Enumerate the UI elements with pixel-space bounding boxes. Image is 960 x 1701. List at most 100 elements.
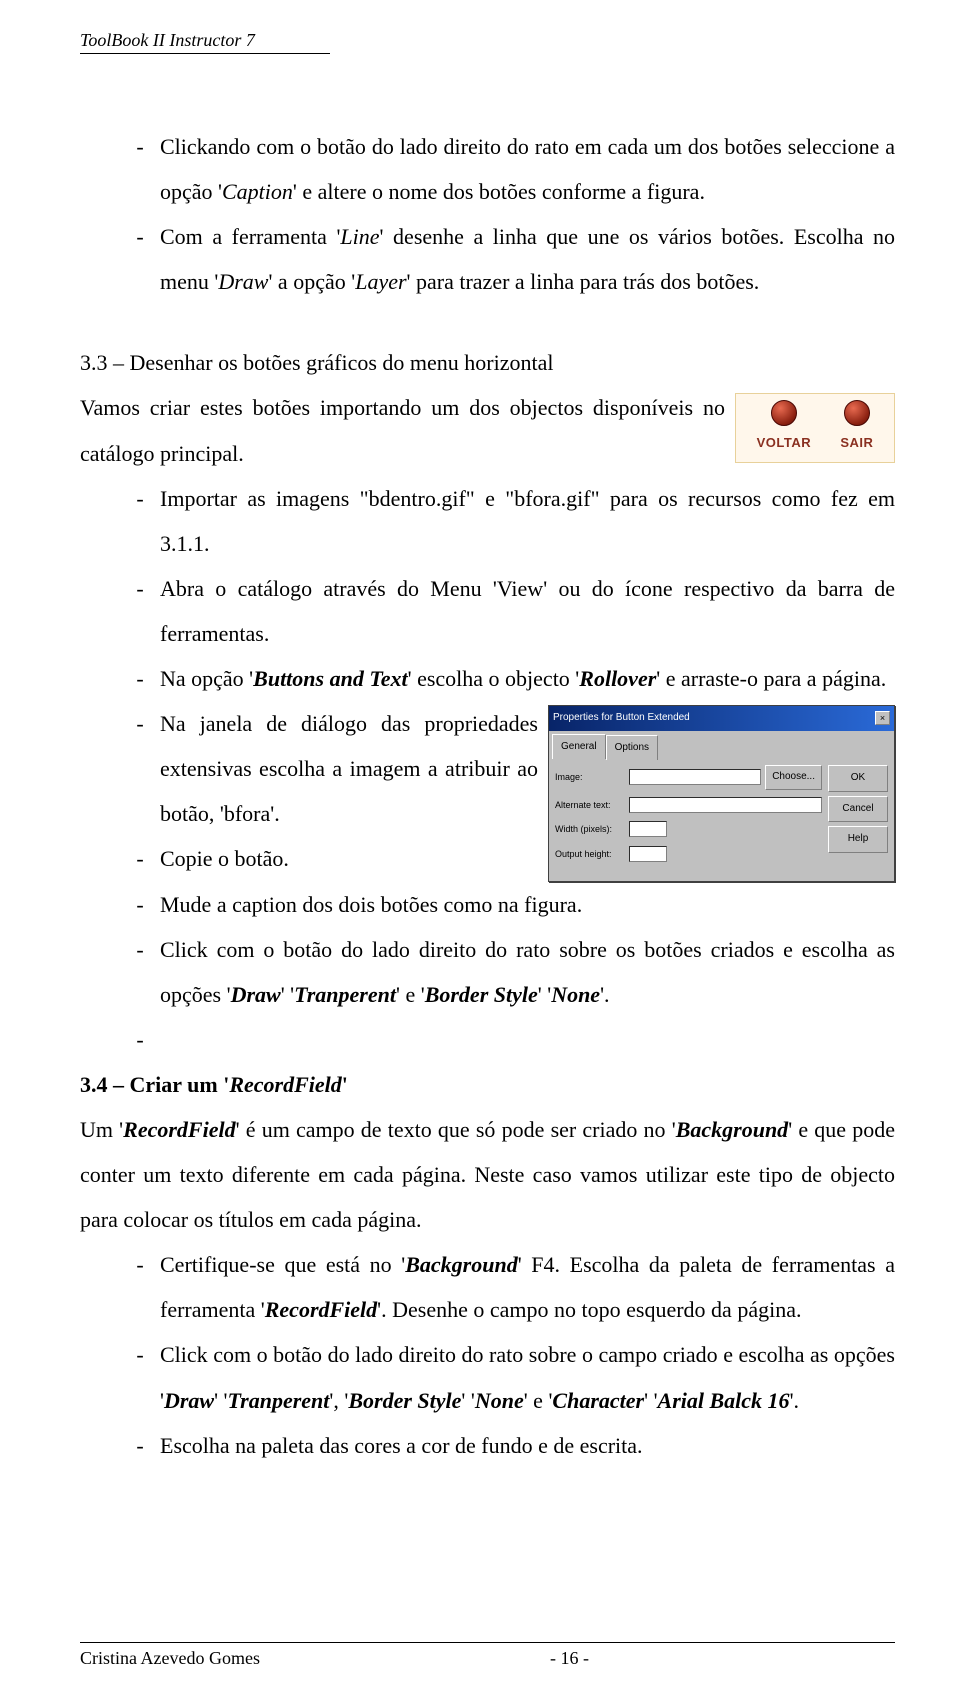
dialog-tabs: General Options (549, 731, 894, 760)
text-bold-italic: Border Style (348, 1388, 461, 1413)
text-italic: Line (340, 224, 379, 249)
text-bold: 3.4 – Criar um ' (80, 1072, 229, 1097)
paragraph: Vamos criar estes botões importando um d… (80, 385, 725, 475)
field-width: Width (pixels): (555, 820, 822, 838)
running-header: ToolBook II Instructor 7 (80, 30, 330, 54)
page: ToolBook II Instructor 7 - Clickando com… (0, 0, 960, 1701)
text-bold-italic: RecordField (265, 1297, 377, 1322)
text-bold-italic: Rollover (579, 666, 656, 691)
input (629, 846, 667, 862)
text-italic: Caption (222, 179, 293, 204)
text-bold-italic: Character (552, 1388, 644, 1413)
ok-button: OK (828, 765, 888, 792)
paragraph-empty (160, 1017, 895, 1062)
dash: - (120, 927, 160, 1017)
dash: - (120, 214, 160, 304)
label: SAIR (840, 430, 873, 457)
text: ' ' (538, 982, 551, 1007)
text-bold-italic: Border Style (425, 982, 538, 1007)
choose-button: Choose... (765, 765, 822, 790)
paragraph: Certifique-se que está no 'Background' F… (160, 1242, 895, 1332)
text-bold-italic: Draw (164, 1388, 214, 1413)
label: Width (pixels): (555, 820, 625, 838)
footer: Cristina Azevedo Gomes - 16 - (80, 1648, 895, 1669)
input (629, 769, 761, 785)
text: Com a ferramenta ' (160, 224, 340, 249)
text-bold-italic: RecordField (229, 1072, 341, 1097)
input (629, 797, 822, 813)
text: ' e altere o nome dos botões conforme a … (293, 179, 705, 204)
list-item: - (120, 1017, 895, 1062)
dialog-titlebar: Properties for Button Extended × (549, 706, 894, 731)
dialog-body: Image: Choose... Alternate text: Width (… (549, 759, 894, 875)
paragraph: Click com o botão do lado direito do rat… (160, 927, 895, 1017)
text-bold-italic: Tranperent (228, 1388, 330, 1413)
dash: - (120, 656, 160, 701)
paragraph: Importar as imagens "bdentro.gif" e "bfo… (160, 476, 895, 566)
list-item: - Na opção 'Buttons and Text' escolha o … (120, 656, 895, 701)
label: VOLTAR (757, 430, 812, 457)
text: Um ' (80, 1117, 123, 1142)
paragraph: Clickando com o botão do lado direito do… (160, 124, 895, 214)
dash: - (120, 1332, 160, 1422)
image-voltar-sair-buttons: VOLTAR SAIR (735, 393, 895, 463)
text: Na opção ' (160, 666, 253, 691)
dialog-fields: Image: Choose... Alternate text: Width (… (555, 765, 822, 869)
text-bold: ' (342, 1072, 348, 1097)
circle-icon (844, 400, 870, 426)
paragraph: Abra o catálogo através do Menu 'View' o… (160, 566, 895, 656)
list-item: - Clickando com o botão do lado direito … (120, 124, 895, 214)
text: ', ' (329, 1388, 348, 1413)
text-bold-italic: Draw (231, 982, 281, 1007)
text: ' e arraste-o para a página. (656, 666, 886, 691)
dash: - (120, 836, 160, 881)
dash: - (120, 566, 160, 656)
paragraph: Na janela de diálogo das propriedades ex… (160, 701, 538, 836)
footer-author: Cristina Azevedo Gomes (80, 1648, 260, 1669)
text: ' ' (281, 982, 294, 1007)
dash: - (120, 1017, 160, 1062)
list-item: - Com a ferramenta 'Line' desenhe a linh… (120, 214, 895, 304)
voltar-button-icon: VOLTAR (757, 400, 812, 457)
paragraph: Escolha na paleta das cores a cor de fun… (160, 1423, 895, 1468)
close-icon: × (875, 711, 890, 725)
dash: - (120, 476, 160, 566)
list-item: - Click com o botão do lado direito do r… (120, 927, 895, 1017)
text-bold-italic: Buttons and Text (253, 666, 407, 691)
list-item: - Click com o botão do lado direito do r… (120, 1332, 895, 1422)
text: ' a opção ' (268, 269, 355, 294)
circle-icon (771, 400, 797, 426)
field-image: Image: Choose... (555, 765, 822, 790)
footer-rule (80, 1642, 895, 1643)
paragraph: Copie o botão. (160, 836, 538, 881)
help-button: Help (828, 826, 888, 853)
label: Output height: (555, 845, 625, 863)
paragraph: Na opção 'Buttons and Text' escolha o ob… (160, 656, 895, 701)
paragraph: Um 'RecordField' é um campo de texto que… (80, 1107, 895, 1242)
text-italic: Draw (218, 269, 268, 294)
paragraph: Com a ferramenta 'Line' desenhe a linha … (160, 214, 895, 304)
text: '. (600, 982, 609, 1007)
text: ' é um campo de texto que só pode ser cr… (236, 1117, 676, 1142)
text: '. Desenhe o campo no topo esquerdo da p… (377, 1297, 801, 1322)
dialog-buttons: OK Cancel Help (828, 765, 888, 869)
list-item: - Importar as imagens "bdentro.gif" e "b… (120, 476, 895, 566)
list-item: - Escolha na paleta das cores a cor de f… (120, 1423, 895, 1468)
text: ' ' (461, 1388, 474, 1413)
cancel-button: Cancel (828, 796, 888, 823)
paragraph: Mude a caption dos dois botões como na f… (160, 882, 895, 927)
text: ' e ' (524, 1388, 553, 1413)
label: Image: (555, 768, 625, 786)
text: ' ' (644, 1388, 657, 1413)
text-bold-italic: RecordField (123, 1117, 235, 1142)
section-heading-33: 3.3 – Desenhar os botões gráficos do men… (80, 340, 895, 385)
text-bold-italic: Background (405, 1252, 517, 1277)
text-bold-italic: Arial Balck 16 (658, 1388, 790, 1413)
dash: - (120, 882, 160, 927)
body-text: - Clickando com o botão do lado direito … (80, 124, 895, 1468)
list-item: - Na janela de diálogo das propriedades … (120, 701, 538, 836)
list-item: - Abra o catálogo através do Menu 'View'… (120, 566, 895, 656)
dash: - (120, 124, 160, 214)
column-left: - Na janela de diálogo das propriedades … (80, 701, 538, 881)
text-italic: Layer (355, 269, 406, 294)
